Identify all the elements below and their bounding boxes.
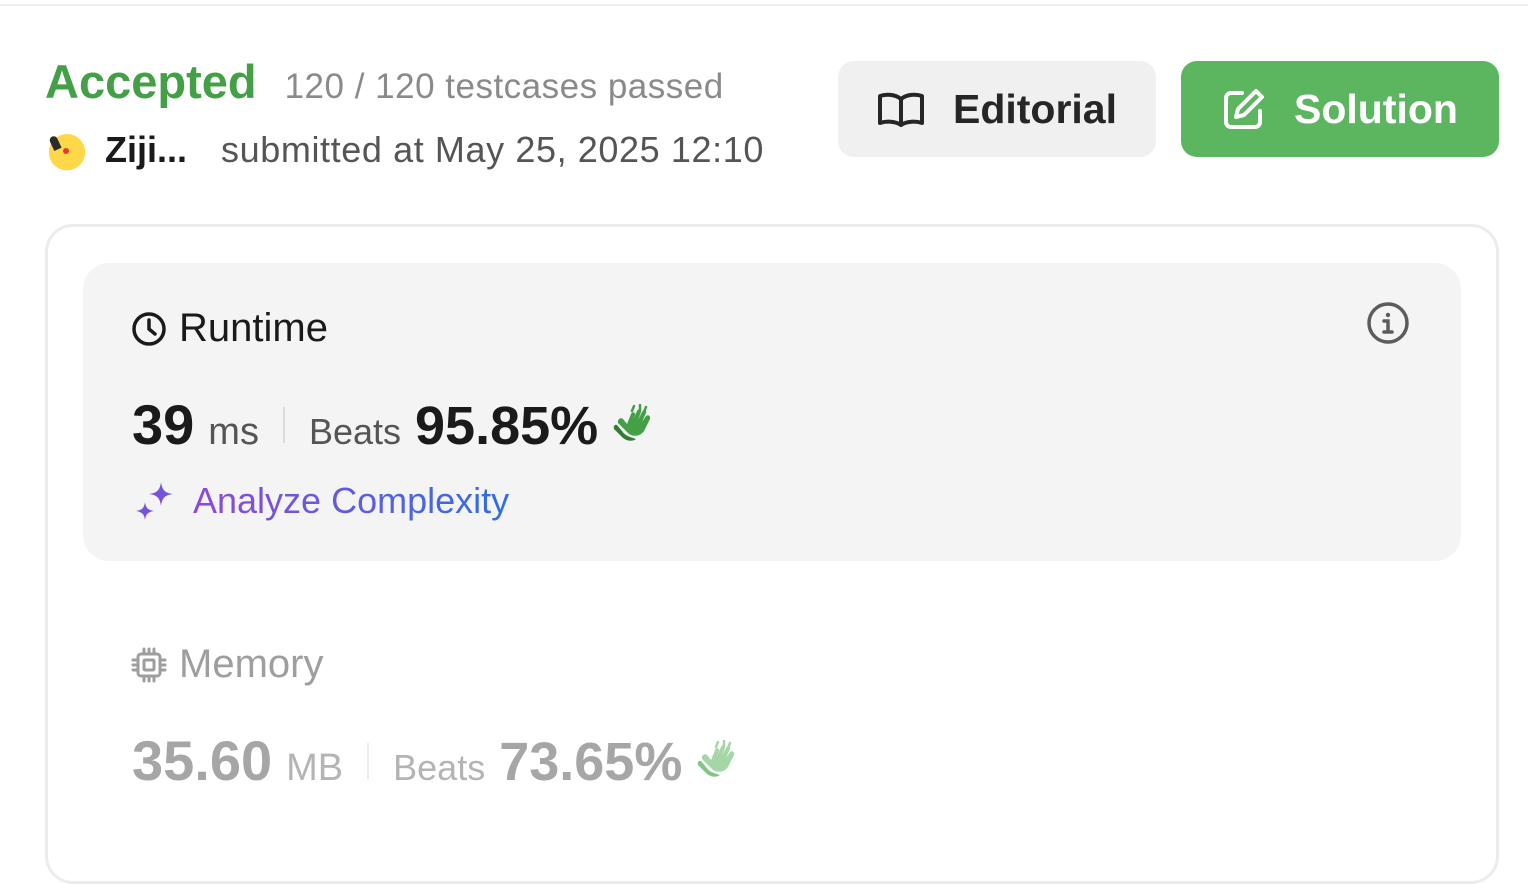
runtime-value: 39: [132, 393, 195, 456]
runtime-beats-label: Beats: [308, 411, 402, 452]
solution-button[interactable]: Solution: [1181, 61, 1499, 157]
memory-beats-label: Beats: [393, 747, 486, 788]
editorial-label: Editorial: [952, 85, 1118, 132]
metric-separator: [367, 742, 370, 779]
runtime-title: Runtime: [179, 306, 328, 350]
cpu-chip-icon: [131, 647, 167, 682]
memory-metrics: 35.60 MB Beats 73.65%: [132, 728, 740, 793]
memory-beats-percent: 73.65%: [499, 732, 683, 792]
metric-separator: [282, 406, 285, 443]
top-divider: [0, 0, 1528, 6]
runtime-metrics: 39 ms Beats 95.85%: [132, 392, 656, 457]
clapping-hands-icon: [698, 739, 735, 777]
info-icon[interactable]: [1366, 301, 1410, 345]
username[interactable]: Ziji...: [105, 129, 187, 171]
submitted-at: submitted at May 25, 2025 12:10: [221, 129, 764, 170]
memory-title: Memory: [179, 642, 324, 686]
analyze-complexity-link[interactable]: Analyze Complexity: [133, 480, 509, 522]
clapping-hands-icon: [613, 403, 651, 441]
memory-value: 35.60: [132, 729, 273, 792]
edit-square-icon: [1224, 89, 1265, 129]
runtime-header: Runtime: [131, 306, 328, 351]
editorial-button[interactable]: Editorial: [838, 61, 1156, 157]
submission-status: Accepted 120 / 120 testcases passed: [45, 54, 724, 109]
testcases-passed: 120 / 120 testcases passed: [284, 67, 724, 106]
solution-label: Solution: [1294, 85, 1458, 132]
submission-meta: Ziji... submitted at May 25, 2025 12:10: [45, 128, 764, 172]
analyze-complexity-label: Analyze Complexity: [193, 480, 510, 521]
status-accepted: Accepted: [45, 55, 257, 108]
runtime-beats-percent: 95.85%: [415, 396, 599, 456]
memory-unit: MB: [286, 747, 344, 789]
avatar[interactable]: [45, 128, 89, 172]
book-open-icon: [877, 92, 924, 127]
runtime-unit: ms: [208, 411, 259, 453]
sparkles-icon: [136, 482, 173, 520]
clock-icon: [132, 311, 166, 346]
memory-header[interactable]: Memory: [131, 642, 323, 687]
